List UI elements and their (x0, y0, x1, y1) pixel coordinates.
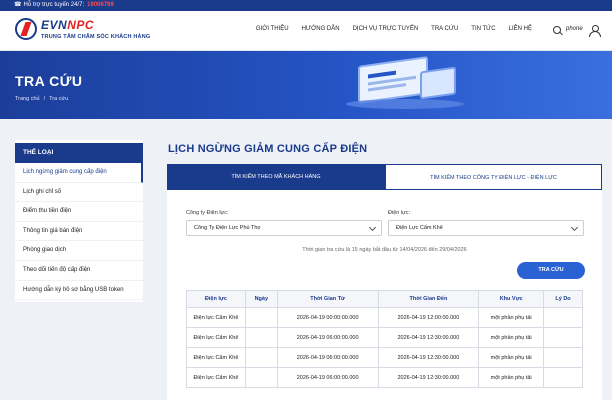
cell-time-from: 2026-04-19 00:00:00.000 (276, 307, 379, 328)
site-header: EVNNPC TRUNG TÂM CHĂM SÓC KHÁCH HÀNG GIỚ… (0, 11, 612, 51)
hotline-number[interactable]: 19006769 (87, 2, 114, 8)
breadcrumb-separator: / (43, 96, 46, 102)
search-period-info: Thời gian tra cứu là 15 ngày bắt đầu từ … (302, 247, 467, 253)
sidebar-item-outage-schedule[interactable]: Lịch ngừng giảm cung cấp điện (15, 163, 143, 183)
logo-subtitle: TRUNG TÂM CHĂM SÓC KHÁCH HÀNG (41, 34, 151, 40)
cell-date (244, 307, 278, 328)
page-title: TRA CỨU (15, 73, 83, 89)
breadcrumb: Trang chủ / Tra cứu (15, 96, 68, 102)
table-row: Điện lực Cẩm Khê 2026-04-19 06:00:00.000… (186, 367, 583, 388)
cell-reason (543, 347, 583, 368)
nav-tin-tuc[interactable]: TIN TỨC (471, 26, 495, 32)
logo-mark-icon (15, 18, 37, 40)
evnnpc-logo[interactable]: EVNNPC TRUNG TÂM CHĂM SÓC KHÁCH HÀNG (15, 18, 180, 46)
cell-time-to: 2026-04-19 12:30:00.000 (377, 347, 480, 368)
col-branch: Điện lực (186, 290, 246, 308)
table-header-row: Điện lực Ngày Thời Gian Từ Thời Gian Đến… (186, 290, 583, 308)
tab-search-by-company[interactable]: TÌM KIẾM THEO CÔNG TY ĐIỆN LỰC - ĐIỆN LỰ… (385, 164, 602, 190)
cell-area: một phần phụ tải (478, 327, 545, 348)
sidebar-item-payment-points[interactable]: Điểm thu tiền điện (15, 202, 143, 222)
chevron-down-icon (368, 223, 377, 232)
nav-dich-vu[interactable]: DỊCH VỤ TRỰC TUYẾN (353, 26, 419, 32)
cell-time-from: 2026-04-19 06:00:00.000 (276, 367, 379, 388)
sidebar-item-price-info[interactable]: Thông tin giá bán điện (15, 222, 143, 242)
support-label: Hỗ trợ trực tuyến 24/7: (23, 2, 85, 8)
cell-time-to: 2026-04-19 12:30:00.000 (377, 367, 480, 388)
illustration-screen (358, 56, 428, 104)
cell-area: một phần phụ tải (478, 307, 545, 328)
cell-branch: Điện lực Cẩm Khê (186, 307, 246, 328)
cell-reason (543, 367, 583, 388)
banner-illustration (340, 55, 470, 115)
nav-lien-he[interactable]: LIÊN HỆ (509, 26, 532, 32)
col-time-from: Thời Gian Từ (276, 290, 379, 308)
cell-branch: Điện lực Cẩm Khê (186, 327, 246, 348)
search-icon[interactable] (553, 26, 561, 34)
sidebar-item-meter-reading[interactable]: Lịch ghi chỉ số (15, 183, 143, 203)
branch-select-value: Điện Lực Cẩm Khê (396, 225, 443, 231)
table-row: Điện lực Cẩm Khê 2026-04-19 06:00:00.000… (186, 327, 583, 348)
page-banner: TRA CỨU Trang chủ / Tra cứu (0, 51, 612, 119)
company-select[interactable]: Công Ty Điện Lực Phú Thọ (186, 220, 382, 236)
cell-date (244, 347, 278, 368)
company-label: Công ty Điện lực: (186, 210, 229, 216)
col-area: Khu Vực (478, 290, 545, 308)
cell-branch: Điện lực Cẩm Khê (186, 367, 246, 388)
cell-time-from: 2026-04-19 06:00:00.000 (276, 327, 379, 348)
phone-icon: ☎ (14, 2, 22, 8)
sidebar-heading: THỂ LOẠI (15, 143, 143, 163)
header-phone-link[interactable]: phone (566, 26, 583, 32)
branch-label: Điện lực: (388, 210, 411, 216)
col-reason: Lý Do (543, 290, 583, 308)
cell-branch: Điện lực Cẩm Khê (186, 347, 246, 368)
breadcrumb-current: Tra cứu (49, 96, 69, 102)
cell-time-to: 2026-04-19 12:30:00.000 (377, 327, 480, 348)
nav-tra-cuu[interactable]: TRA CỨU (431, 26, 458, 32)
branch-select[interactable]: Điện Lực Cẩm Khê (388, 220, 584, 236)
chevron-down-icon (570, 223, 579, 232)
nav-gioi-thieu[interactable]: GIỚI THIỆU (256, 26, 289, 32)
table-row: Điện lực Cẩm Khê 2026-04-19 06:00:00.000… (186, 347, 583, 368)
cell-time-from: 2026-04-19 06:00:00.000 (276, 347, 379, 368)
breadcrumb-home[interactable]: Trang chủ (15, 96, 40, 102)
main-nav: GIỚI THIỆU HƯỚNG DẪN DỊCH VỤ TRỰC TUYẾN … (256, 26, 532, 32)
tab-search-by-customer[interactable]: TÌM KIẾM THEO MÃ KHÁCH HÀNG (167, 164, 385, 190)
col-time-to: Thời Gian Đến (377, 290, 480, 308)
logo-name: EVNNPC (41, 18, 95, 32)
sidebar-item-offices[interactable]: Phòng giao dịch (15, 241, 143, 261)
illustration-base (346, 99, 464, 109)
cell-reason (543, 307, 583, 328)
company-select-value: Công Ty Điện Lực Phú Thọ (194, 225, 261, 231)
section-title: LỊCH NGỪNG GIẢM CUNG CẤP ĐIỆN (168, 143, 368, 155)
search-button[interactable]: TRA CỨU (517, 262, 585, 279)
table-row: Điện lực Cẩm Khê 2026-04-19 00:00:00.000… (186, 307, 583, 328)
cell-area: một phần phụ tải (478, 367, 545, 388)
sidebar-item-progress[interactable]: Theo dõi tiến độ cấp điện (15, 261, 143, 281)
search-panel: TÌM KIẾM THEO MÃ KHÁCH HÀNG TÌM KIẾM THE… (167, 164, 602, 400)
cell-reason (543, 327, 583, 348)
cell-time-to: 2026-04-19 12:00:00.000 (377, 307, 480, 328)
outage-table: Điện lực Ngày Thời Gian Từ Thời Gian Đến… (186, 290, 583, 388)
cell-date (244, 367, 278, 388)
user-icon[interactable] (589, 25, 601, 37)
sidebar-item-usb-token-guide[interactable]: Hướng dẫn ký hồ sơ bằng USB token (15, 281, 143, 301)
cell-date (244, 327, 278, 348)
illustration-screen-small (420, 66, 456, 100)
top-bar: ☎ Hỗ trợ trực tuyến 24/7: 19006769 (0, 0, 612, 11)
col-date: Ngày (244, 290, 278, 308)
cell-area: một phần phụ tải (478, 347, 545, 368)
category-sidebar: THỂ LOẠI Lịch ngừng giảm cung cấp điện L… (15, 140, 143, 302)
nav-huong-dan[interactable]: HƯỚNG DẪN (302, 26, 340, 32)
